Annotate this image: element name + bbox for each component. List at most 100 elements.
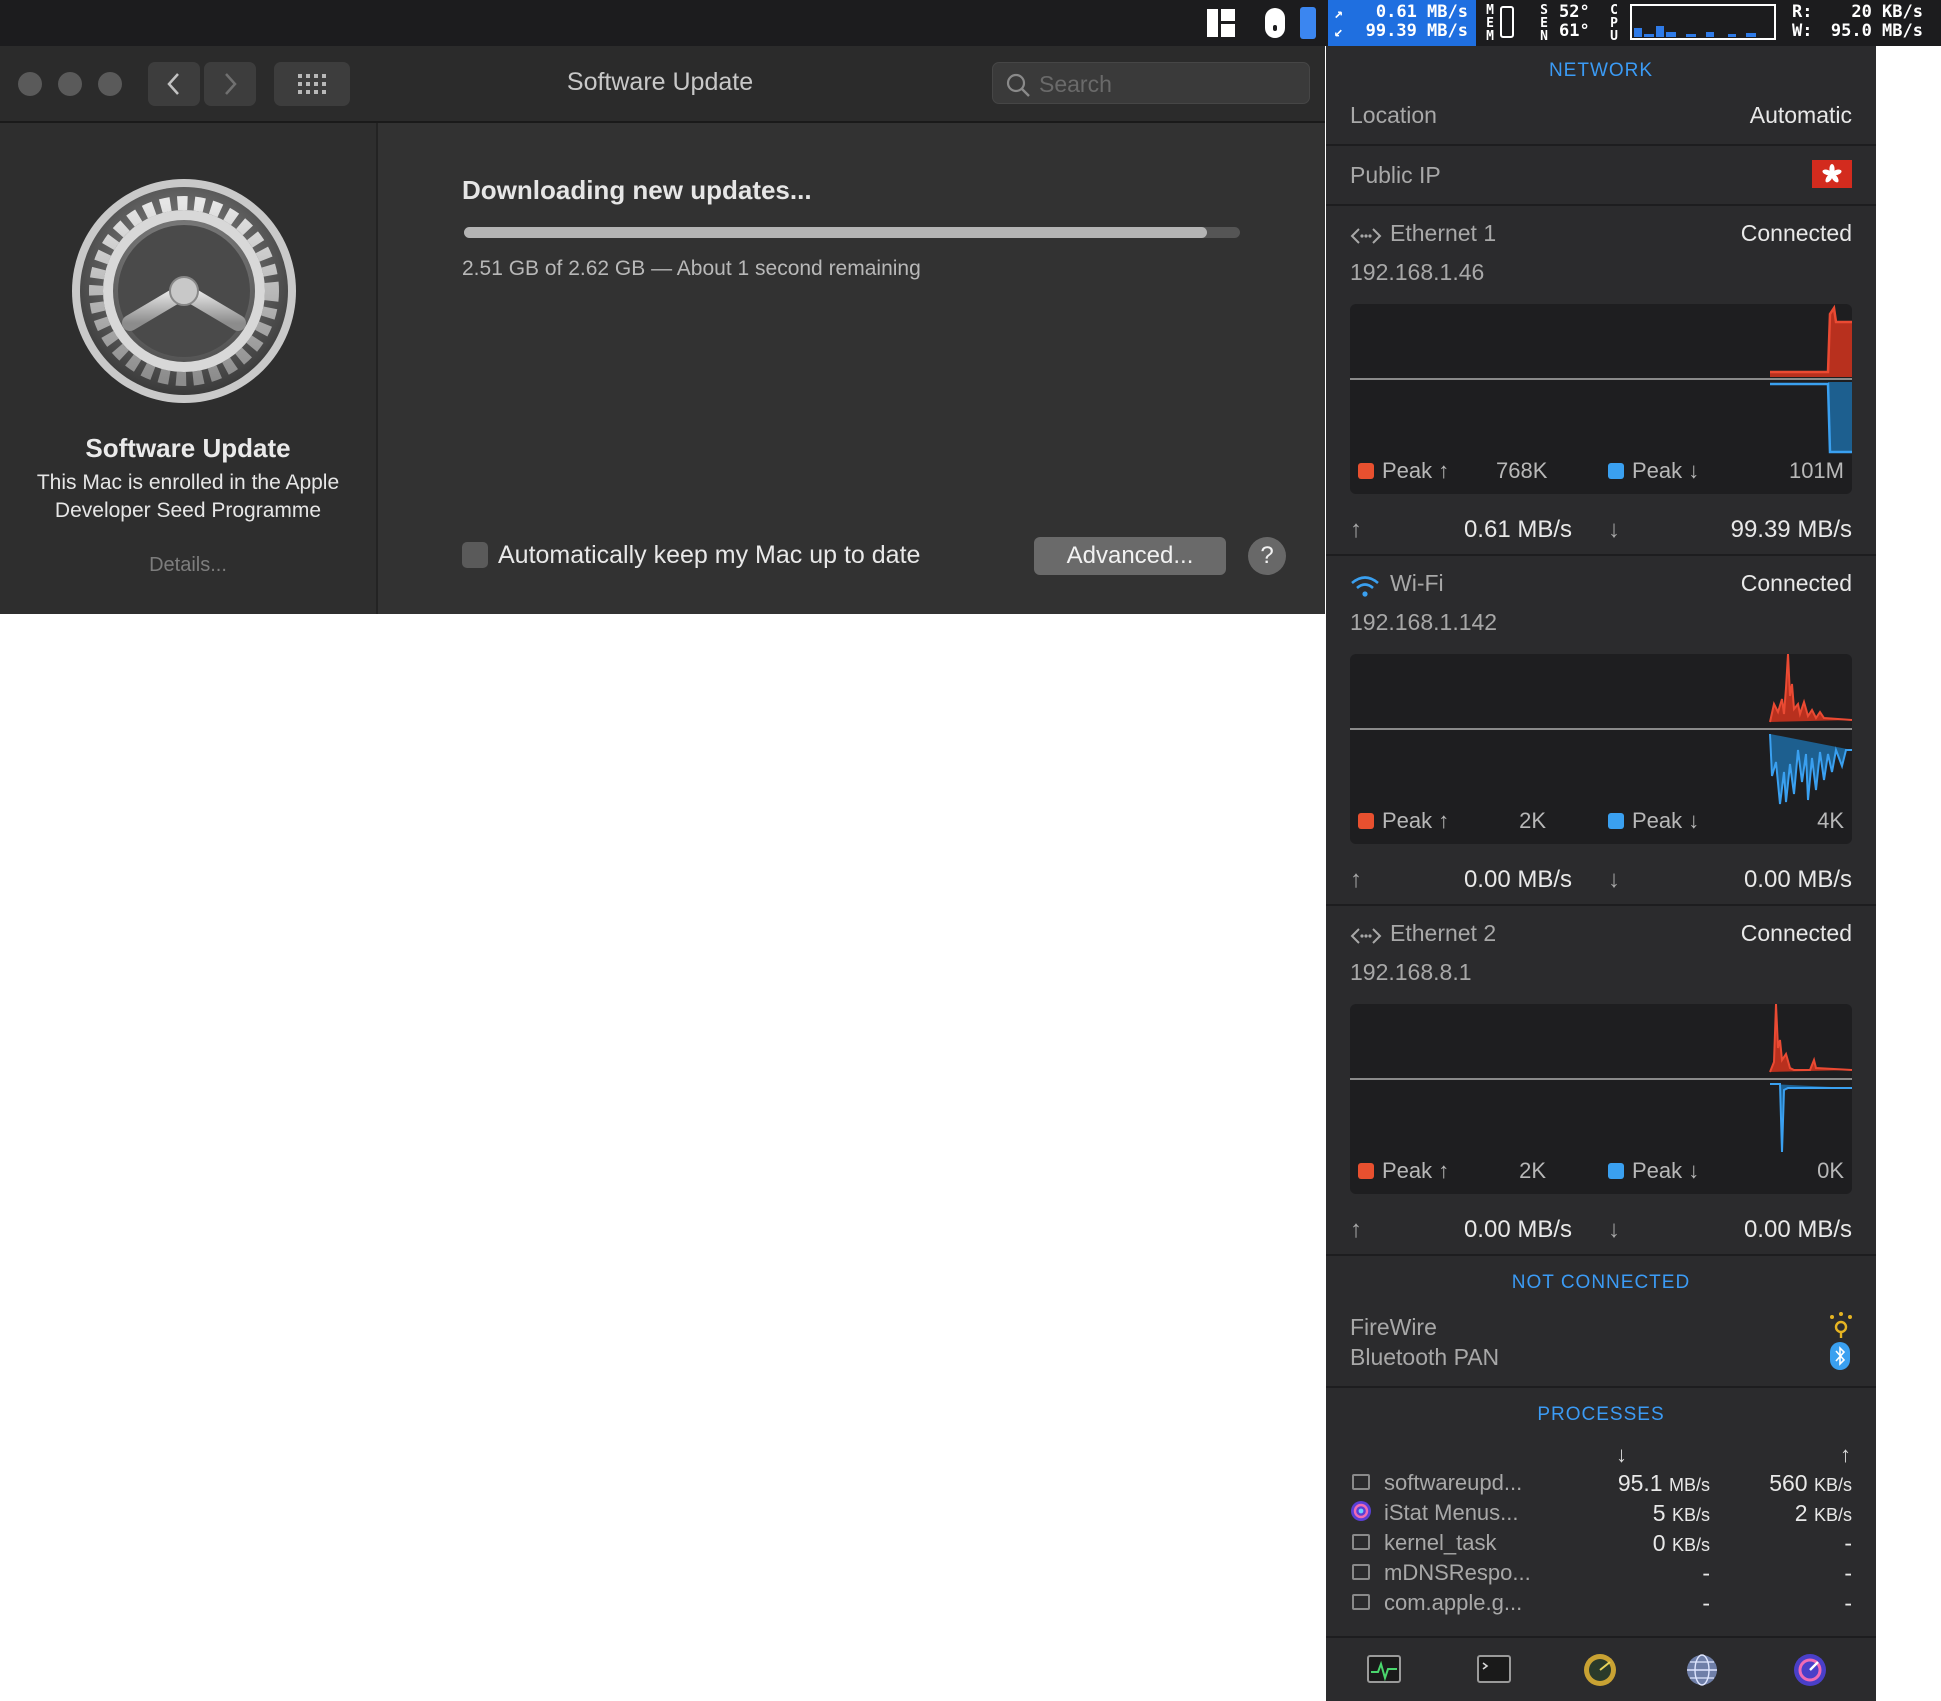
- network-utility-icon[interactable]: [1582, 1652, 1618, 1688]
- hong-kong-flag-icon[interactable]: [1812, 160, 1852, 188]
- cpu-label: C P U: [1610, 3, 1618, 44]
- activity-monitor-icon[interactable]: [1366, 1652, 1402, 1688]
- window-toolbar: Software Update: [0, 46, 1325, 123]
- peak-up-legend: Peak ↑: [1358, 1158, 1449, 1184]
- menubar-sensor-temp-2[interactable]: 61°: [1559, 22, 1590, 41]
- mem-label: M E M: [1486, 3, 1494, 44]
- upload-speed: 0.00 MB/s: [1463, 866, 1572, 893]
- process-name: com.apple.g...: [1384, 1590, 1523, 1615]
- process-name: iStat Menus...: [1384, 1500, 1519, 1525]
- interface-ip: 192.168.1.142: [1350, 609, 1498, 635]
- upload-swatch: [1358, 1163, 1374, 1179]
- cpu-graph[interactable]: [1630, 4, 1776, 40]
- menu-bar: ↗ ↙ 0.61 MB/s 99.39 MB/s M E M S E N 52° …: [0, 0, 1941, 46]
- process-upload-value: 560: [1769, 1470, 1808, 1496]
- public-ip-label: Public IP: [1350, 162, 1441, 188]
- zoom-window-button[interactable]: [98, 72, 122, 96]
- upload-arrow-icon: ↑: [1350, 516, 1362, 543]
- pane-title: Software Update: [85, 433, 291, 463]
- peak-up-legend: Peak ↑: [1358, 458, 1449, 484]
- wifi-icon: [1351, 576, 1379, 597]
- location-value[interactable]: Automatic: [1750, 102, 1852, 129]
- auto-update-checkbox[interactable]: [462, 542, 488, 568]
- process-upload: 560 KB/s: [1769, 1470, 1852, 1497]
- not-connected-item: FireWire: [1350, 1314, 1437, 1340]
- download-arrow-icon: ↓: [1608, 866, 1620, 893]
- interface-name: Ethernet 2: [1390, 920, 1497, 946]
- peak-up-label: Peak ↑: [1382, 1158, 1450, 1183]
- peak-down-label: Peak ↓: [1632, 1158, 1700, 1183]
- firewire-icon: [1830, 1312, 1852, 1338]
- globe-icon[interactable]: [1684, 1652, 1720, 1688]
- details-link[interactable]: Details...: [0, 554, 376, 577]
- menubar-disk-read[interactable]: 20 KB/s: [1851, 3, 1923, 22]
- ethernet-icon: [1350, 228, 1382, 244]
- upload-arrow-icon: ↑: [1350, 1216, 1362, 1243]
- interface-status: Connected: [1740, 570, 1852, 596]
- advanced-button[interactable]: Advanced...: [1034, 537, 1226, 575]
- peak-down-value: 101M: [1788, 458, 1844, 483]
- menubar-sensor-temp-1[interactable]: 52°: [1559, 3, 1590, 22]
- peak-down-legend: Peak ↓: [1608, 458, 1699, 484]
- window-layout-icon[interactable]: [1206, 8, 1236, 38]
- terminal-icon: [1352, 1594, 1370, 1610]
- help-button[interactable]: ?: [1248, 537, 1286, 575]
- bluetooth-icon: [1830, 1342, 1850, 1370]
- download-swatch: [1608, 463, 1624, 479]
- disk-write-label: W:: [1792, 21, 1813, 41]
- process-upload-unit: KB/s: [1813, 1505, 1852, 1525]
- process-download: -: [1702, 1560, 1710, 1587]
- network-section-header: NETWORK: [1548, 60, 1654, 81]
- disk-read-label: R:: [1792, 2, 1813, 22]
- software-update-window: Software Update Search Software Update T…: [0, 46, 1325, 614]
- interface-status: Connected: [1740, 220, 1852, 246]
- wifi-traffic-graph: Peak ↑ 2K Peak ↓ 4K: [1350, 654, 1852, 844]
- process-upload-value: 2: [1794, 1500, 1808, 1526]
- terminal-icon: [1352, 1564, 1370, 1580]
- menubar-disk-write[interactable]: 95.0 MB/s: [1831, 22, 1923, 41]
- interface-ip: 192.168.1.46: [1350, 259, 1485, 285]
- memory-gauge-icon[interactable]: [1500, 6, 1514, 38]
- grid-icon: [298, 74, 326, 94]
- divider: [1326, 1254, 1876, 1256]
- peak-down-label: Peak ↓: [1632, 808, 1700, 833]
- peak-up-legend: Peak ↑: [1358, 808, 1449, 834]
- process-download-unit: KB/s: [1671, 1535, 1710, 1555]
- processes-header: PROCESSES: [1537, 1404, 1665, 1425]
- terminal-icon: [1352, 1534, 1370, 1550]
- process-download-value: 5: [1652, 1500, 1666, 1526]
- process-upload: -: [1844, 1590, 1852, 1617]
- istat-menus-app-icon[interactable]: [1792, 1652, 1828, 1688]
- process-download: 5 KB/s: [1653, 1500, 1710, 1527]
- download-progress-text: 2.51 GB of 2.62 GB — About 1 second rema…: [462, 257, 921, 280]
- peak-down-legend: Peak ↓: [1608, 1158, 1699, 1184]
- process-download-value: -: [1702, 1560, 1710, 1586]
- istat-bottom-toolbar: [1326, 1636, 1876, 1701]
- back-button[interactable]: [148, 62, 200, 106]
- download-swatch: [1608, 813, 1624, 829]
- process-upload-value: -: [1844, 1590, 1852, 1616]
- menubar-network-stats[interactable]: ↗ ↙ 0.61 MB/s 99.39 MB/s: [1328, 0, 1476, 46]
- show-all-button[interactable]: [274, 62, 350, 106]
- process-download-unit: KB/s: [1671, 1505, 1710, 1525]
- process-download-value: 0: [1652, 1530, 1666, 1556]
- process-name: softwareupd...: [1384, 1470, 1523, 1495]
- peak-up-value: 2K: [1519, 1158, 1546, 1183]
- forward-button[interactable]: [204, 62, 256, 106]
- not-connected-item: Bluetooth PAN: [1350, 1344, 1500, 1370]
- mouse-battery-icon[interactable]: [1264, 7, 1286, 39]
- chevron-left-icon: [167, 73, 179, 95]
- minimize-window-button[interactable]: [58, 72, 82, 96]
- up-down-arrows-icon: ↗ ↙: [1334, 4, 1344, 40]
- peak-down-value: 4K: [1817, 808, 1844, 833]
- search-field[interactable]: [992, 62, 1310, 104]
- download-speed: 99.39 MB/s: [1730, 516, 1852, 543]
- preference-sidebar: Software Update This Mac is enrolled in …: [0, 123, 378, 614]
- search-input[interactable]: [1037, 69, 1301, 99]
- download-speed: 0.00 MB/s: [1743, 1216, 1852, 1243]
- battery-bar-icon[interactable]: [1300, 7, 1316, 39]
- close-window-button[interactable]: [18, 72, 42, 96]
- upload-arrow-icon: ↑: [1350, 866, 1362, 893]
- window-title: Software Update: [566, 68, 754, 96]
- terminal-app-icon[interactable]: [1476, 1652, 1512, 1688]
